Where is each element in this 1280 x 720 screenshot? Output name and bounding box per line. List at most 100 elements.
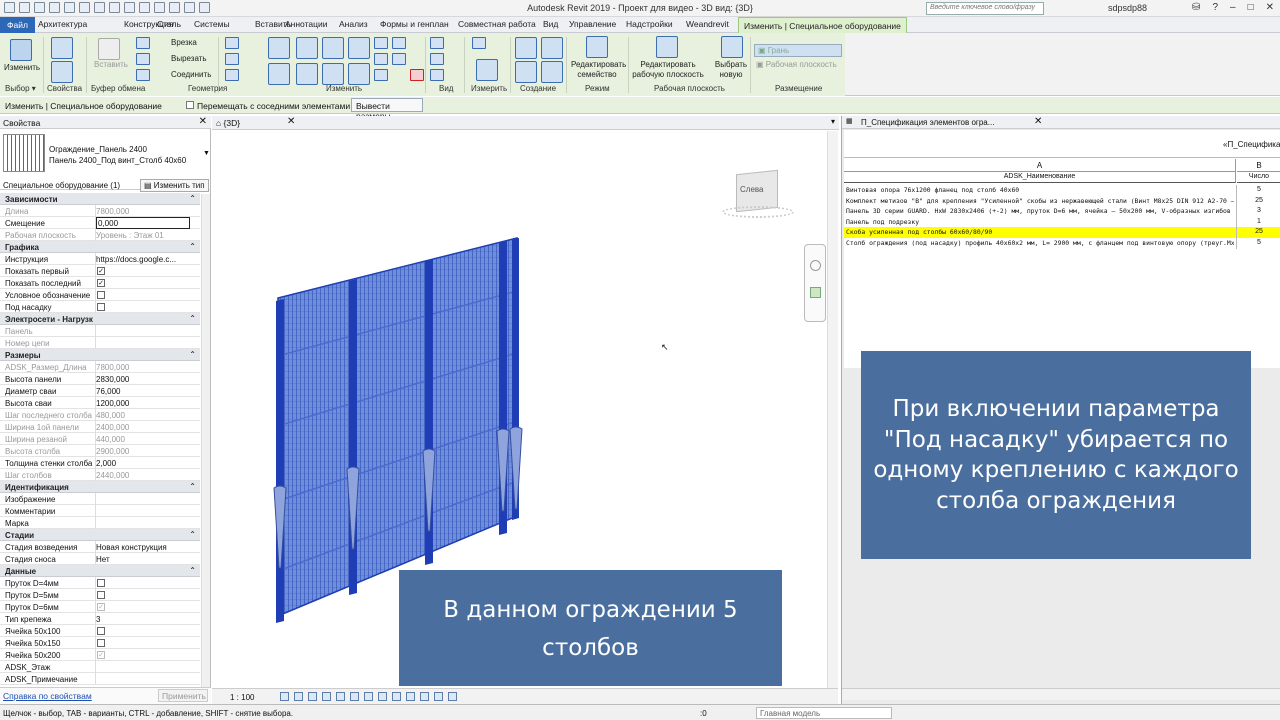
property-checkbox[interactable] <box>97 303 105 311</box>
tab-3d[interactable]: ⌂ {3D} <box>216 118 240 128</box>
property-row[interactable]: ADSK_Этаж <box>0 661 200 673</box>
property-row[interactable]: Шаг последнего столба 480,000 <box>0 409 200 421</box>
property-section[interactable]: Электросети - Нагрузки ⌃ <box>0 313 200 325</box>
schedule-cell-count[interactable]: 5 <box>1237 186 1280 193</box>
tab-1[interactable]: Архитектура <box>38 19 87 29</box>
close-view-icon[interactable]: ✕ <box>287 116 295 127</box>
ribbon-panel-label[interactable]: Измерить <box>471 84 507 93</box>
schedule-cell-count[interactable]: 3 <box>1237 207 1280 214</box>
schedule-row[interactable]: Панель 3D серии GUARD. HхW 2830х2406 (+-… <box>844 206 1280 218</box>
paste-button[interactable]: Вставить <box>94 60 128 69</box>
property-row[interactable]: Рабочая плоскость Уровень : Этаж 01 <box>0 229 200 241</box>
ribbon-panel-label[interactable]: Свойства <box>47 84 82 93</box>
linework-icon[interactable] <box>430 69 444 81</box>
property-row[interactable]: Высота сваи 1200,000 <box>0 397 200 409</box>
pick-new-icon[interactable] <box>721 36 743 58</box>
view-vertical-scrollbar[interactable] <box>827 131 838 688</box>
chevron-down-icon[interactable]: ▼ <box>203 150 210 157</box>
sun-path-icon[interactable] <box>308 692 317 701</box>
column-header-count[interactable]: Число <box>1237 172 1280 183</box>
detail-level-icon[interactable] <box>280 692 289 701</box>
property-row[interactable]: Панель <box>0 325 200 337</box>
ribbon-panel-label[interactable]: Геометрия <box>188 84 227 93</box>
pick-new-button[interactable]: Выбрать новую <box>711 60 751 80</box>
property-row[interactable]: ADSK_Примечание <box>0 673 200 685</box>
collapse-icon[interactable]: ⌃ <box>189 314 196 323</box>
type-properties-icon[interactable] <box>51 61 73 83</box>
tab-12[interactable]: Надстройки <box>626 19 673 29</box>
schedule-cell-name[interactable]: Скоба усиленная под столбы 60х60/80/90 <box>846 228 1234 236</box>
property-value[interactable]: 1200,000 <box>96 399 190 408</box>
schedule-cell-name[interactable]: Комплект метизов "В" для крепления "Усил… <box>846 197 1234 205</box>
array-icon[interactable] <box>348 63 370 85</box>
lock-view-icon[interactable] <box>378 692 387 701</box>
minimize-icon[interactable]: – <box>1230 2 1236 13</box>
property-row[interactable]: Пруток D=5мм <box>0 589 200 601</box>
tab-8[interactable]: Формы и генплан <box>380 19 449 29</box>
create-group-icon[interactable] <box>515 37 537 59</box>
model-selector[interactable]: Главная модель <box>756 707 892 719</box>
property-section[interactable]: Зависимости ⌃ <box>0 193 200 205</box>
property-value[interactable]: 480,000 <box>96 411 190 420</box>
schedule-cell-name[interactable]: Винтовая опора 76х1200 фланец под столб … <box>846 186 1234 194</box>
hide-icon[interactable] <box>430 37 444 49</box>
view-scale[interactable]: 1 : 100 <box>230 693 254 702</box>
cutout-button[interactable]: Вырезать <box>171 54 207 63</box>
property-row[interactable]: Изображение <box>0 493 200 505</box>
collapse-icon[interactable]: ⌃ <box>189 566 196 575</box>
property-section[interactable]: Идентификация ⌃ <box>0 481 200 493</box>
properties-help-link[interactable]: Справка по свойствам <box>3 691 92 701</box>
property-row[interactable]: Условное обозначение <box>0 289 200 301</box>
face-option[interactable]: ▣ Грань <box>754 44 842 57</box>
crop-icon[interactable] <box>350 692 359 701</box>
property-value[interactable]: 76,000 <box>96 387 190 396</box>
tab-3[interactable]: Сталь <box>157 19 181 29</box>
unpin-icon[interactable] <box>392 37 406 49</box>
show-dimensions-button[interactable]: Вывести размеры <box>351 98 423 121</box>
property-checkbox[interactable] <box>97 579 105 587</box>
schedule-row[interactable]: Скоба усиленная под столбы 60х60/80/90 25 <box>844 227 1280 239</box>
close-schedule-icon[interactable]: ✕ <box>1034 116 1042 127</box>
property-row[interactable]: Смещение 0,000 <box>0 217 200 229</box>
property-row[interactable]: Пруток D=6мм ✓ <box>0 601 200 613</box>
steering-wheel-icon[interactable] <box>810 260 821 271</box>
user-name[interactable]: sdpsdp88 <box>1108 3 1147 13</box>
ribbon-panel-label[interactable]: Буфер обмена <box>91 84 145 93</box>
move-icon[interactable] <box>268 37 290 59</box>
tab-11[interactable]: Управление <box>569 19 616 29</box>
property-row[interactable]: Марка <box>0 517 200 529</box>
visual-style-icon[interactable] <box>294 692 303 701</box>
ribbon-panel-label[interactable]: Вид <box>439 84 453 93</box>
property-row[interactable]: Шаг столбов 2440,000 <box>0 469 200 481</box>
property-value[interactable]: 7800,000 <box>96 207 190 216</box>
show-crop-icon[interactable] <box>364 692 373 701</box>
view-menu-icon[interactable]: ▾ <box>831 117 835 126</box>
split-icon[interactable] <box>374 37 388 49</box>
ribbon-panel-label[interactable]: Режим <box>585 84 610 93</box>
column-letter-a[interactable]: A <box>844 159 1236 172</box>
tab-10[interactable]: Вид <box>543 19 558 29</box>
rotate-icon[interactable] <box>322 37 344 59</box>
property-section[interactable]: Размеры ⌃ <box>0 349 200 361</box>
property-checkbox[interactable] <box>97 639 105 647</box>
zoom-icon[interactable] <box>810 287 821 298</box>
property-section[interactable]: Графика ⌃ <box>0 241 200 253</box>
property-checkbox[interactable] <box>97 291 105 299</box>
temp-view-props-icon[interactable] <box>420 692 429 701</box>
edit-workplane-button[interactable]: Редактировать рабочую плоскость <box>631 60 705 80</box>
property-value[interactable]: 7800,000 <box>96 363 190 372</box>
schedule-row[interactable]: Столб ограждения (под насадку) профиль 4… <box>844 238 1280 249</box>
property-section[interactable]: Данные ⌃ <box>0 565 200 577</box>
override-icon[interactable] <box>430 53 444 65</box>
property-row[interactable]: Стадия сноса Нет <box>0 553 200 565</box>
navigation-bar[interactable] <box>804 244 826 322</box>
tab-14[interactable]: Изменить | Специальное оборудование <box>738 17 907 33</box>
mirror-icon[interactable] <box>225 69 239 81</box>
column-header-name[interactable]: ADSK_Наименование <box>844 172 1236 183</box>
tab-13[interactable]: Weandrevit <box>686 19 729 29</box>
render-icon[interactable] <box>336 692 345 701</box>
ribbon-panel-label[interactable]: Изменить <box>326 84 362 93</box>
property-row[interactable]: Тип крепежа 3 <box>0 613 200 625</box>
search-input[interactable]: Введите ключевое слово/фразу <box>926 2 1044 15</box>
schedule-tab[interactable]: ▦ П_Спецификация элементов огра... ✕ <box>842 116 1280 129</box>
